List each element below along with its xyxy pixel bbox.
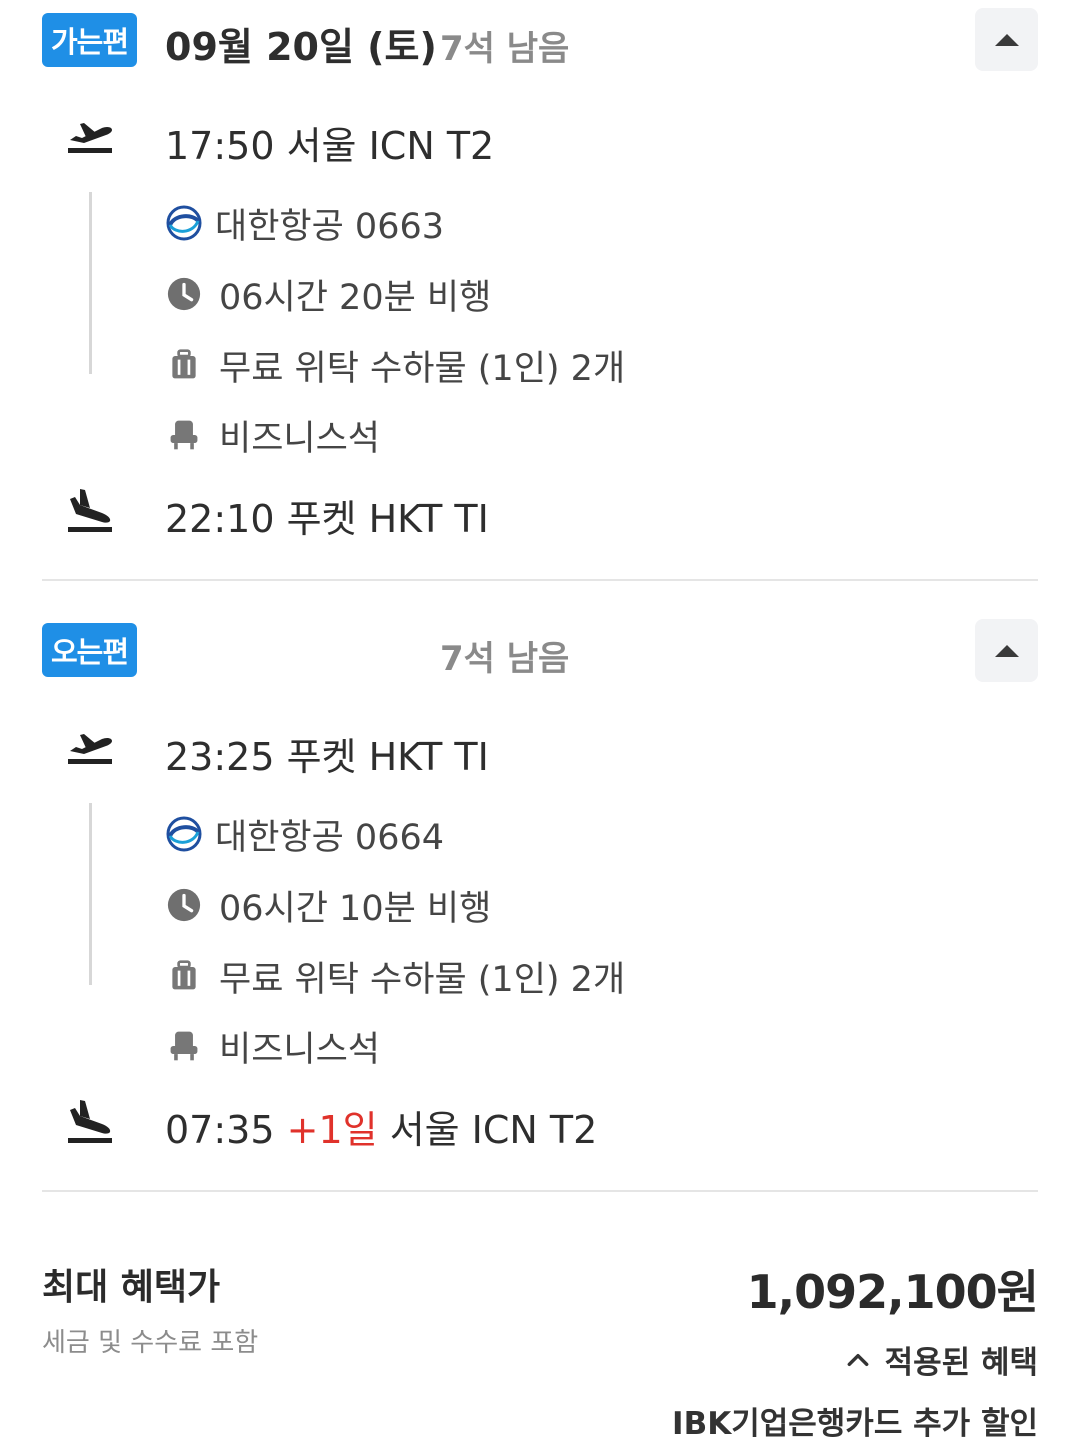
inbound-arrival-time: 07:35	[165, 1108, 275, 1152]
inbound-baggage-row: 무료 위탁 수하물 (1인) 2개	[165, 951, 625, 1001]
inbound-departure-row: 23:25 푸켓 HKT TI	[0, 719, 1080, 779]
luggage-icon	[165, 346, 203, 384]
inbound-arrival-place: 서울 ICN T2	[389, 1108, 598, 1152]
outbound-baggage-row: 무료 위탁 수하물 (1인) 2개	[165, 340, 625, 390]
section-divider	[42, 1190, 1038, 1192]
inbound-departure: 23:25 푸켓 HKT TI	[165, 735, 489, 779]
section-divider	[42, 579, 1038, 581]
luggage-icon	[165, 957, 203, 995]
inbound-arrival-row: 07:35 +1일 서울 ICN T2	[0, 1092, 1080, 1152]
inbound-cabin-row: 비즈니스석	[165, 1021, 380, 1071]
landing-icon	[68, 489, 112, 532]
outbound-departure-row: 17:50 서울 ICN T2	[0, 108, 1080, 168]
outbound-collapse-button[interactable]	[975, 8, 1038, 71]
inbound-duration: 06시간 10분 비행	[219, 888, 492, 929]
takeoff-icon	[68, 123, 112, 153]
inbound-route-line	[89, 803, 92, 985]
inbound-baggage: 무료 위탁 수하물 (1인) 2개	[219, 959, 626, 1000]
outbound-duration: 06시간 20분 비행	[219, 277, 492, 318]
caret-up-icon	[994, 644, 1019, 657]
outbound-airline-row: 대한항공 0663	[165, 198, 444, 248]
seat-icon	[165, 416, 203, 454]
landing-icon	[68, 1100, 112, 1143]
outbound-cabin-row: 비즈니스석	[165, 410, 380, 460]
airline-logo-icon	[165, 815, 203, 853]
inbound-seats-left: 7석 남음	[440, 639, 570, 679]
outbound-baggage: 무료 위탁 수하물 (1인) 2개	[219, 348, 626, 389]
inbound-airline: 대한항공 0664	[215, 817, 444, 858]
outbound-cabin: 비즈니스석	[219, 418, 381, 459]
outbound-badge: 가는편	[42, 13, 137, 67]
price-sub-label: 세금 및 수수료 포함	[42, 1328, 259, 1358]
takeoff-icon	[68, 734, 112, 764]
outbound-route-line	[89, 192, 92, 374]
outbound-date: 09월 20일 (토)	[165, 25, 437, 69]
seat-icon	[165, 1027, 203, 1065]
applied-benefits-toggle[interactable]: 적용된 혜택	[845, 1337, 1038, 1382]
inbound-duration-row: 06시간 10분 비행	[165, 880, 491, 930]
benefit-item: IBK기업은행카드 추가 할인	[672, 1406, 1038, 1442]
outbound-airline: 대한항공 0663	[215, 206, 444, 247]
outbound-arrival-row: 22:10 푸켓 HKT TI	[0, 481, 1080, 541]
applied-benefits-label: 적용된 혜택	[884, 1345, 1038, 1381]
inbound-cabin: 비즈니스석	[219, 1029, 381, 1070]
chevron-up-icon	[845, 1347, 871, 1373]
inbound-arrival: 07:35 +1일 서울 ICN T2	[165, 1099, 597, 1154]
inbound-badge: 오는편	[42, 623, 137, 677]
price-amount: 1,092,100원	[746, 1265, 1039, 1319]
inbound-arrival-day-offset: +1일	[286, 1108, 378, 1152]
clock-icon	[165, 275, 203, 313]
flight-detail-page: 가는편 09월 20일 (토) 7석 남음 17:50 서울 ICN T2 대한…	[0, 0, 1080, 1442]
outbound-duration-row: 06시간 20분 비행	[165, 269, 491, 319]
clock-icon	[165, 886, 203, 924]
inbound-airline-row: 대한항공 0664	[165, 809, 444, 859]
caret-up-icon	[994, 33, 1019, 46]
inbound-collapse-button[interactable]	[975, 619, 1038, 682]
outbound-arrival: 22:10 푸켓 HKT TI	[165, 497, 489, 541]
outbound-departure: 17:50 서울 ICN T2	[165, 124, 495, 168]
outbound-seats-left: 7석 남음	[440, 29, 570, 69]
price-label: 최대 혜택가	[42, 1267, 221, 1308]
airline-logo-icon	[165, 204, 203, 242]
